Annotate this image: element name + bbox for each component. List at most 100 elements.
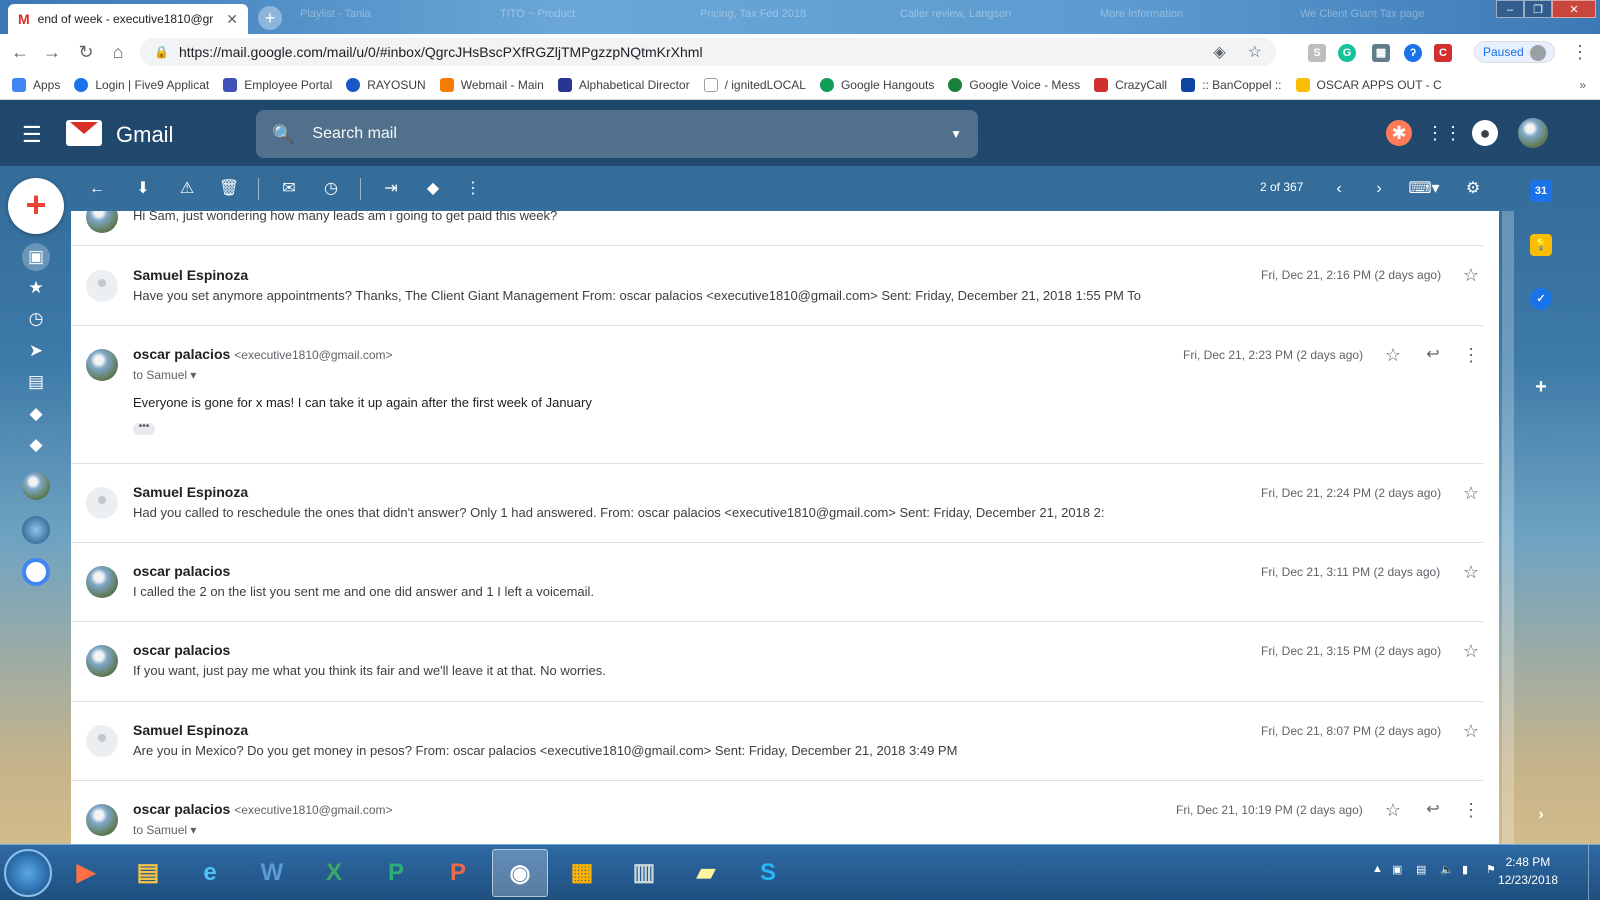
delete-icon[interactable]: 🗑: [218, 178, 240, 200]
account-avatar[interactable]: [1518, 118, 1548, 148]
gmail-logo-icon[interactable]: [66, 120, 102, 146]
settings-gear-icon[interactable]: ⚙: [1462, 178, 1484, 200]
background-tab[interactable]: Caller review, Langson: [900, 8, 1070, 28]
action-center-flag-icon[interactable]: ⚑: [1486, 863, 1496, 876]
reload-icon[interactable]: ↻: [74, 40, 98, 64]
star-icon[interactable]: ☆: [1461, 483, 1481, 503]
back-icon[interactable]: ←: [8, 40, 32, 64]
file-explorer-icon[interactable]: ▤: [120, 849, 176, 897]
message-collapsed[interactable]: Samuel Espinoza Are you in Mexico? Do yo…: [71, 702, 1483, 781]
show-trimmed-content-button[interactable]: •••: [133, 422, 155, 435]
star-icon[interactable]: ☆: [1461, 721, 1481, 741]
compose-button[interactable]: +: [8, 178, 64, 234]
background-tab[interactable]: More Information: [1100, 8, 1270, 28]
mark-unread-icon[interactable]: ✉: [278, 178, 300, 200]
apps-grid-icon[interactable]: ⋮⋮: [1426, 120, 1462, 146]
maximize-window-button[interactable]: ❐: [1524, 0, 1552, 18]
tasks-icon[interactable]: ✓: [1530, 288, 1552, 310]
label-icon[interactable]: ◆: [22, 400, 50, 428]
powerpoint-icon[interactable]: P: [430, 849, 486, 897]
star-icon[interactable]: ☆: [1383, 345, 1403, 365]
show-desktop-button[interactable]: [1588, 845, 1600, 900]
background-tab[interactable]: We Client Giant Tax page: [1300, 8, 1470, 28]
scrollbar[interactable]: [1502, 211, 1514, 844]
crazycall-ext-icon[interactable]: C: [1434, 44, 1452, 62]
bookmark-crazycall[interactable]: CrazyCall: [1094, 77, 1167, 92]
background-tab[interactable]: Pricing, Tax Fed 2018: [700, 8, 870, 28]
gmail-brand[interactable]: Gmail: [116, 122, 173, 148]
chrome-menu-icon[interactable]: ⋮: [1568, 40, 1592, 64]
skype-icon[interactable]: S: [740, 849, 796, 897]
recipient-details-icon[interactable]: ▾: [190, 823, 196, 837]
calendar-icon[interactable]: 31: [1530, 180, 1552, 202]
notifications-icon[interactable]: ●: [1472, 120, 1498, 146]
show-hidden-icons-icon[interactable]: ▲: [1372, 863, 1383, 875]
search-icon[interactable]: 🔍: [272, 124, 294, 145]
address-bar[interactable]: 🔒 https://mail.google.com/mail/u/0/#inbo…: [140, 38, 1276, 66]
system-clock[interactable]: 2:48 PM 12/23/2018: [1498, 853, 1558, 889]
snooze-icon[interactable]: ◷: [320, 178, 342, 200]
get-addons-icon[interactable]: +: [1530, 376, 1552, 398]
minimize-window-button[interactable]: –: [1496, 0, 1524, 18]
skype-ext-icon[interactable]: S: [1308, 44, 1326, 62]
more-bookmarks-icon[interactable]: »: [1579, 78, 1586, 92]
message-collapsed[interactable]: Hi Sam, just wondering how many leads am…: [71, 211, 1483, 246]
extension-eye-icon[interactable]: ◈: [1213, 42, 1225, 62]
back-to-inbox-icon[interactable]: ←: [86, 178, 108, 200]
inbox-icon[interactable]: ▣: [22, 243, 50, 271]
url-text[interactable]: https://mail.google.com/mail/u/0/#inbox/…: [179, 44, 1213, 60]
calculator-icon[interactable]: ▥: [616, 849, 672, 897]
star-icon[interactable]: ☆: [1383, 800, 1403, 820]
background-tab[interactable]: Playlist - Tania: [300, 8, 470, 28]
search-input[interactable]: [312, 125, 951, 143]
message-collapsed[interactable]: Samuel Espinoza Had you called to resche…: [71, 464, 1483, 543]
main-menu-icon[interactable]: ☰: [22, 122, 42, 148]
bookmark-employee-portal[interactable]: Employee Portal: [223, 77, 332, 92]
publisher-icon[interactable]: P: [368, 849, 424, 897]
star-icon[interactable]: ☆: [1461, 641, 1481, 661]
more-actions-icon[interactable]: ⋮: [462, 178, 484, 200]
close-window-button[interactable]: ✕: [1552, 0, 1596, 18]
bookmark-hangouts[interactable]: Google Hangouts: [819, 77, 934, 92]
message-collapsed[interactable]: Samuel Espinoza Have you set anymore app…: [71, 246, 1483, 326]
message-collapsed[interactable]: oscar palacios If you want, just pay me …: [71, 622, 1483, 702]
sticky-notes-icon[interactable]: ▰: [678, 849, 734, 897]
recipient-details-icon[interactable]: ▾: [190, 368, 196, 382]
word-icon[interactable]: W: [244, 849, 300, 897]
bookmark-five9[interactable]: Login | Five9 Applicat: [74, 77, 209, 92]
snoozed-icon[interactable]: ◷: [22, 305, 50, 333]
collapse-side-panel-icon[interactable]: ›: [1530, 804, 1552, 826]
recipient-line[interactable]: to Samuel ▾: [133, 368, 196, 382]
hangouts-avatar[interactable]: [22, 472, 50, 500]
bookmark-google-voice[interactable]: Google Voice - Mess: [948, 77, 1080, 92]
drafts-icon[interactable]: ▤: [22, 368, 50, 396]
move-to-icon[interactable]: ⇥: [380, 178, 402, 200]
labels-icon[interactable]: ◆: [422, 178, 444, 200]
search-options-icon[interactable]: ▼: [950, 127, 962, 141]
reply-icon[interactable]: ↩: [1423, 800, 1443, 820]
network-icon[interactable]: ▮: [1462, 863, 1468, 876]
bookmark-ignitedlocal[interactable]: / ignitedLOCAL: [703, 77, 806, 92]
profile-paused-button[interactable]: Paused: [1474, 41, 1555, 63]
keep-icon[interactable]: 💡: [1530, 234, 1552, 256]
more-options-icon[interactable]: ⋮: [1461, 345, 1481, 365]
bookmark-webmail[interactable]: Webmail - Main: [439, 77, 544, 92]
volume-icon[interactable]: 🔈: [1440, 863, 1454, 876]
newer-icon[interactable]: ‹: [1328, 178, 1350, 200]
report-spam-icon[interactable]: ⚠: [176, 178, 198, 200]
forward-icon[interactable]: →: [40, 40, 64, 64]
puzzle-cube-icon[interactable]: ▦: [554, 849, 610, 897]
excel-icon[interactable]: X: [306, 849, 362, 897]
search-bar[interactable]: 🔍 ▼: [256, 110, 978, 158]
bookmark-directory[interactable]: Alphabetical Director: [557, 77, 690, 92]
hangouts-contact-avatar[interactable]: [22, 516, 50, 544]
bookmark-star-icon[interactable]: ☆: [1248, 42, 1262, 62]
internet-explorer-icon[interactable]: e: [182, 849, 238, 897]
extension-icon[interactable]: ▦: [1372, 44, 1390, 62]
bookmark-rayosun[interactable]: RAYOSUN: [346, 77, 426, 92]
label-icon[interactable]: ◆: [22, 431, 50, 459]
close-tab-icon[interactable]: ✕: [226, 11, 238, 28]
star-icon[interactable]: ☆: [1461, 562, 1481, 582]
reply-icon[interactable]: ↩: [1423, 345, 1443, 365]
contacts-icon[interactable]: [22, 558, 50, 586]
